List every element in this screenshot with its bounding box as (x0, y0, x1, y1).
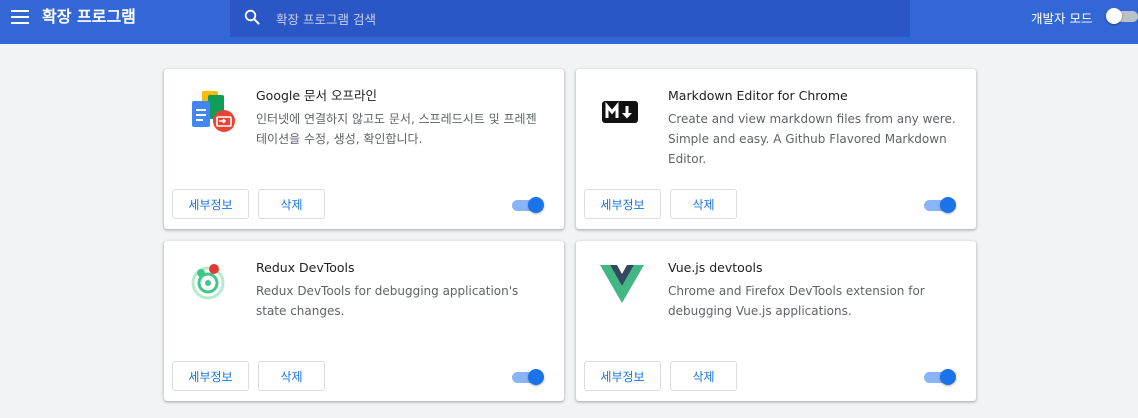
details-button[interactable]: 세부정보 (172, 189, 249, 219)
markdown-icon (602, 101, 638, 123)
extension-description: Create and view markdown files from any … (668, 112, 956, 166)
menu-icon[interactable] (11, 10, 29, 24)
remove-button[interactable]: 삭제 (670, 361, 737, 391)
extension-description: Redux DevTools for debugging application… (256, 284, 519, 318)
enable-toggle[interactable] (512, 197, 546, 213)
search-box[interactable] (230, 0, 910, 37)
enable-toggle[interactable] (924, 197, 958, 213)
redux-devtools-icon (191, 264, 225, 300)
remove-button[interactable]: 삭제 (258, 189, 325, 219)
extension-name: Markdown Editor for Chrome (668, 88, 848, 103)
extension-description: Chrome and Firefox DevTools extension fo… (668, 284, 925, 318)
extension-name: Vue.js devtools (668, 260, 763, 275)
google-docs-offline-icon (192, 91, 235, 132)
enable-toggle[interactable] (512, 369, 546, 385)
vue-icon (600, 265, 644, 303)
search-icon (244, 9, 260, 25)
enable-toggle[interactable] (924, 369, 958, 385)
dev-mode-label: 개발자 모드 (1031, 11, 1093, 26)
extension-card-google-docs-offline: Google 문서 오프라인 인터넷에 연결하지 않고도 문서, 스프레드시트 … (164, 69, 564, 229)
search-input[interactable] (274, 6, 878, 32)
extension-description: 인터넷에 연결하지 않고도 문서, 스프레드시트 및 프레젠테이션을 수정, 생… (256, 112, 537, 146)
remove-button[interactable]: 삭제 (258, 361, 325, 391)
extension-name: Redux DevTools (256, 260, 355, 275)
page-title: 확장 프로그램 (42, 7, 136, 26)
remove-button[interactable]: 삭제 (670, 189, 737, 219)
toolbar: 확장 프로그램 개발자 모드 (0, 0, 1138, 44)
details-button[interactable]: 세부정보 (584, 189, 661, 219)
dev-mode-toggle[interactable] (1106, 8, 1138, 24)
details-button[interactable]: 세부정보 (172, 361, 249, 391)
details-button[interactable]: 세부정보 (584, 361, 661, 391)
extension-card-redux-devtools: Redux DevTools Redux DevTools for debugg… (164, 241, 564, 401)
extension-card-markdown-editor: Markdown Editor for Chrome Create and vi… (576, 69, 976, 229)
extension-card-vue-devtools: Vue.js devtools Chrome and Firefox DevTo… (576, 241, 976, 401)
extension-name: Google 문서 오프라인 (256, 88, 378, 103)
